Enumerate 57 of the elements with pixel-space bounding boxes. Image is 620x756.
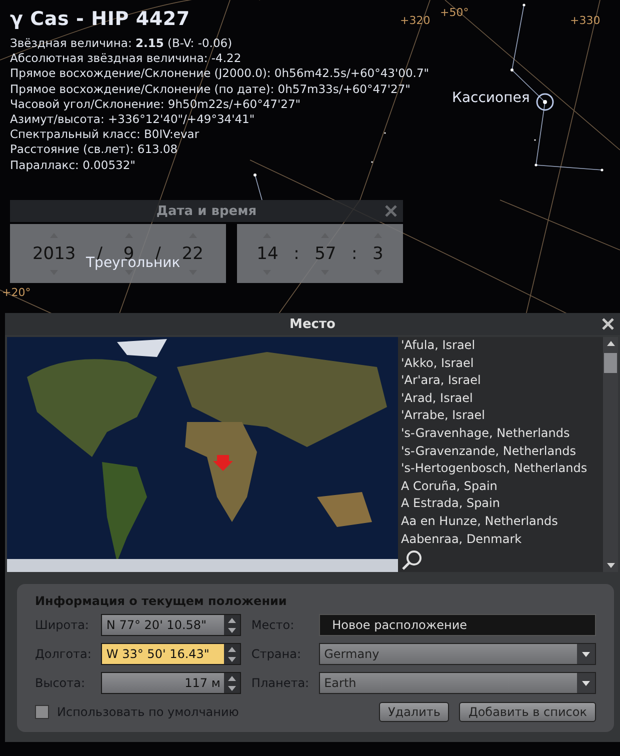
location-list-item[interactable]: 's-Hertogenbosch, Netherlands [401, 460, 588, 478]
location-list-item[interactable]: 'Arad, Israel [401, 390, 473, 408]
object-info-line: Звёздная величина: 2.15 (B-V: -0.06) [10, 36, 232, 52]
location-list-item[interactable]: 'Afula, Israel [401, 337, 476, 355]
location-list-item[interactable]: A Estrada, Spain [401, 495, 500, 513]
grid-label: +20° [2, 286, 31, 299]
object-info-line: Параллакс: 0.00532" [10, 158, 136, 173]
dialog-button[interactable]: Удалить [378, 702, 450, 722]
object-info-line: Азимут/высота: +336°12'40"/+49°34'41" [10, 112, 255, 128]
panel-heading: Информация о текущем положении [35, 594, 288, 608]
location-list-item[interactable]: Aabenraa, Denmark [401, 530, 522, 548]
separator: : [352, 244, 358, 264]
separator: : [294, 244, 300, 264]
grid-label: +330 [570, 14, 600, 27]
object-info-line: Часовой угол/Склонение: 9h50m22s/+60°47'27" [10, 96, 301, 112]
spin-field[interactable]: W 33° 50' 16.43" [101, 643, 242, 665]
text-field[interactable]: Новое расположение [319, 614, 596, 636]
location-marker-icon [213, 455, 233, 471]
spin-field[interactable]: N 77° 20' 10.58" [101, 614, 242, 636]
location-list-item[interactable]: Aa en Hunze, Netherlands [401, 512, 558, 531]
object-info-line: Спектральный класс: B0IV:evar [10, 127, 200, 142]
spin-field[interactable]: 117 м [101, 672, 242, 694]
selection-marker-icon [536, 93, 554, 111]
object-info-line: Прямое восхождение/Склонение (по дате): 0h57m33s/+60°47'27" [10, 82, 410, 97]
arrow-icon[interactable] [606, 341, 614, 346]
constellation-label: Кассиопея [452, 90, 530, 106]
location-list-item[interactable]: 's-Gravenhage, Netherlands [401, 424, 570, 443]
spin-value[interactable]: 22 [182, 244, 204, 264]
world-map-drawing[interactable] [7, 337, 398, 572]
scrollbar-thumb[interactable] [604, 353, 617, 373]
location-list-item[interactable]: 'Akko, Israel [401, 354, 474, 372]
object-info-line: Расстояние (св.лет): 613.08 [10, 142, 178, 158]
dropdown[interactable]: Earth [319, 672, 596, 694]
spin-value[interactable]: 3 [372, 244, 384, 264]
location-list-item[interactable]: 'Arrabe, Israel [401, 407, 485, 425]
grid-label: +320 [400, 14, 430, 27]
grid-label: +50° [440, 6, 469, 19]
dropdown[interactable]: Germany [319, 643, 596, 665]
caret-icon[interactable] [582, 652, 590, 656]
dialog-button[interactable]: Добавить в список [459, 702, 596, 722]
location-list-item[interactable]: 'Ar'ara, Israel [401, 372, 481, 390]
object-info-line: Прямое восхождение/Склонение (J2000.0): 0h56m42.5s/+60°43'00.7" [10, 66, 430, 82]
dialog-title: Дата и время [156, 204, 257, 218]
object-title: γ Cas - HIP 4427 [10, 8, 190, 30]
time-spinner[interactable]: 14 : 57 : 3 [237, 224, 403, 283]
spin-value[interactable]: 57 [314, 244, 336, 264]
scrollbar[interactable] [603, 337, 618, 572]
dialog-title: Место [290, 316, 336, 332]
caret-icon[interactable] [582, 680, 590, 686]
location-list-item[interactable]: A Coruña, Spain [401, 478, 498, 496]
object-info-line: Абсолютная звёздная величина: -4.22 [10, 51, 242, 66]
arrow-icon[interactable] [606, 563, 614, 568]
location-list-item[interactable]: 's-Gravenzande, Netherlands [401, 442, 576, 460]
spin-value[interactable]: 2013 [32, 244, 76, 264]
search-icon[interactable] [401, 549, 423, 572]
spin-value[interactable]: 14 [256, 244, 278, 264]
close-icon[interactable] [602, 318, 614, 330]
